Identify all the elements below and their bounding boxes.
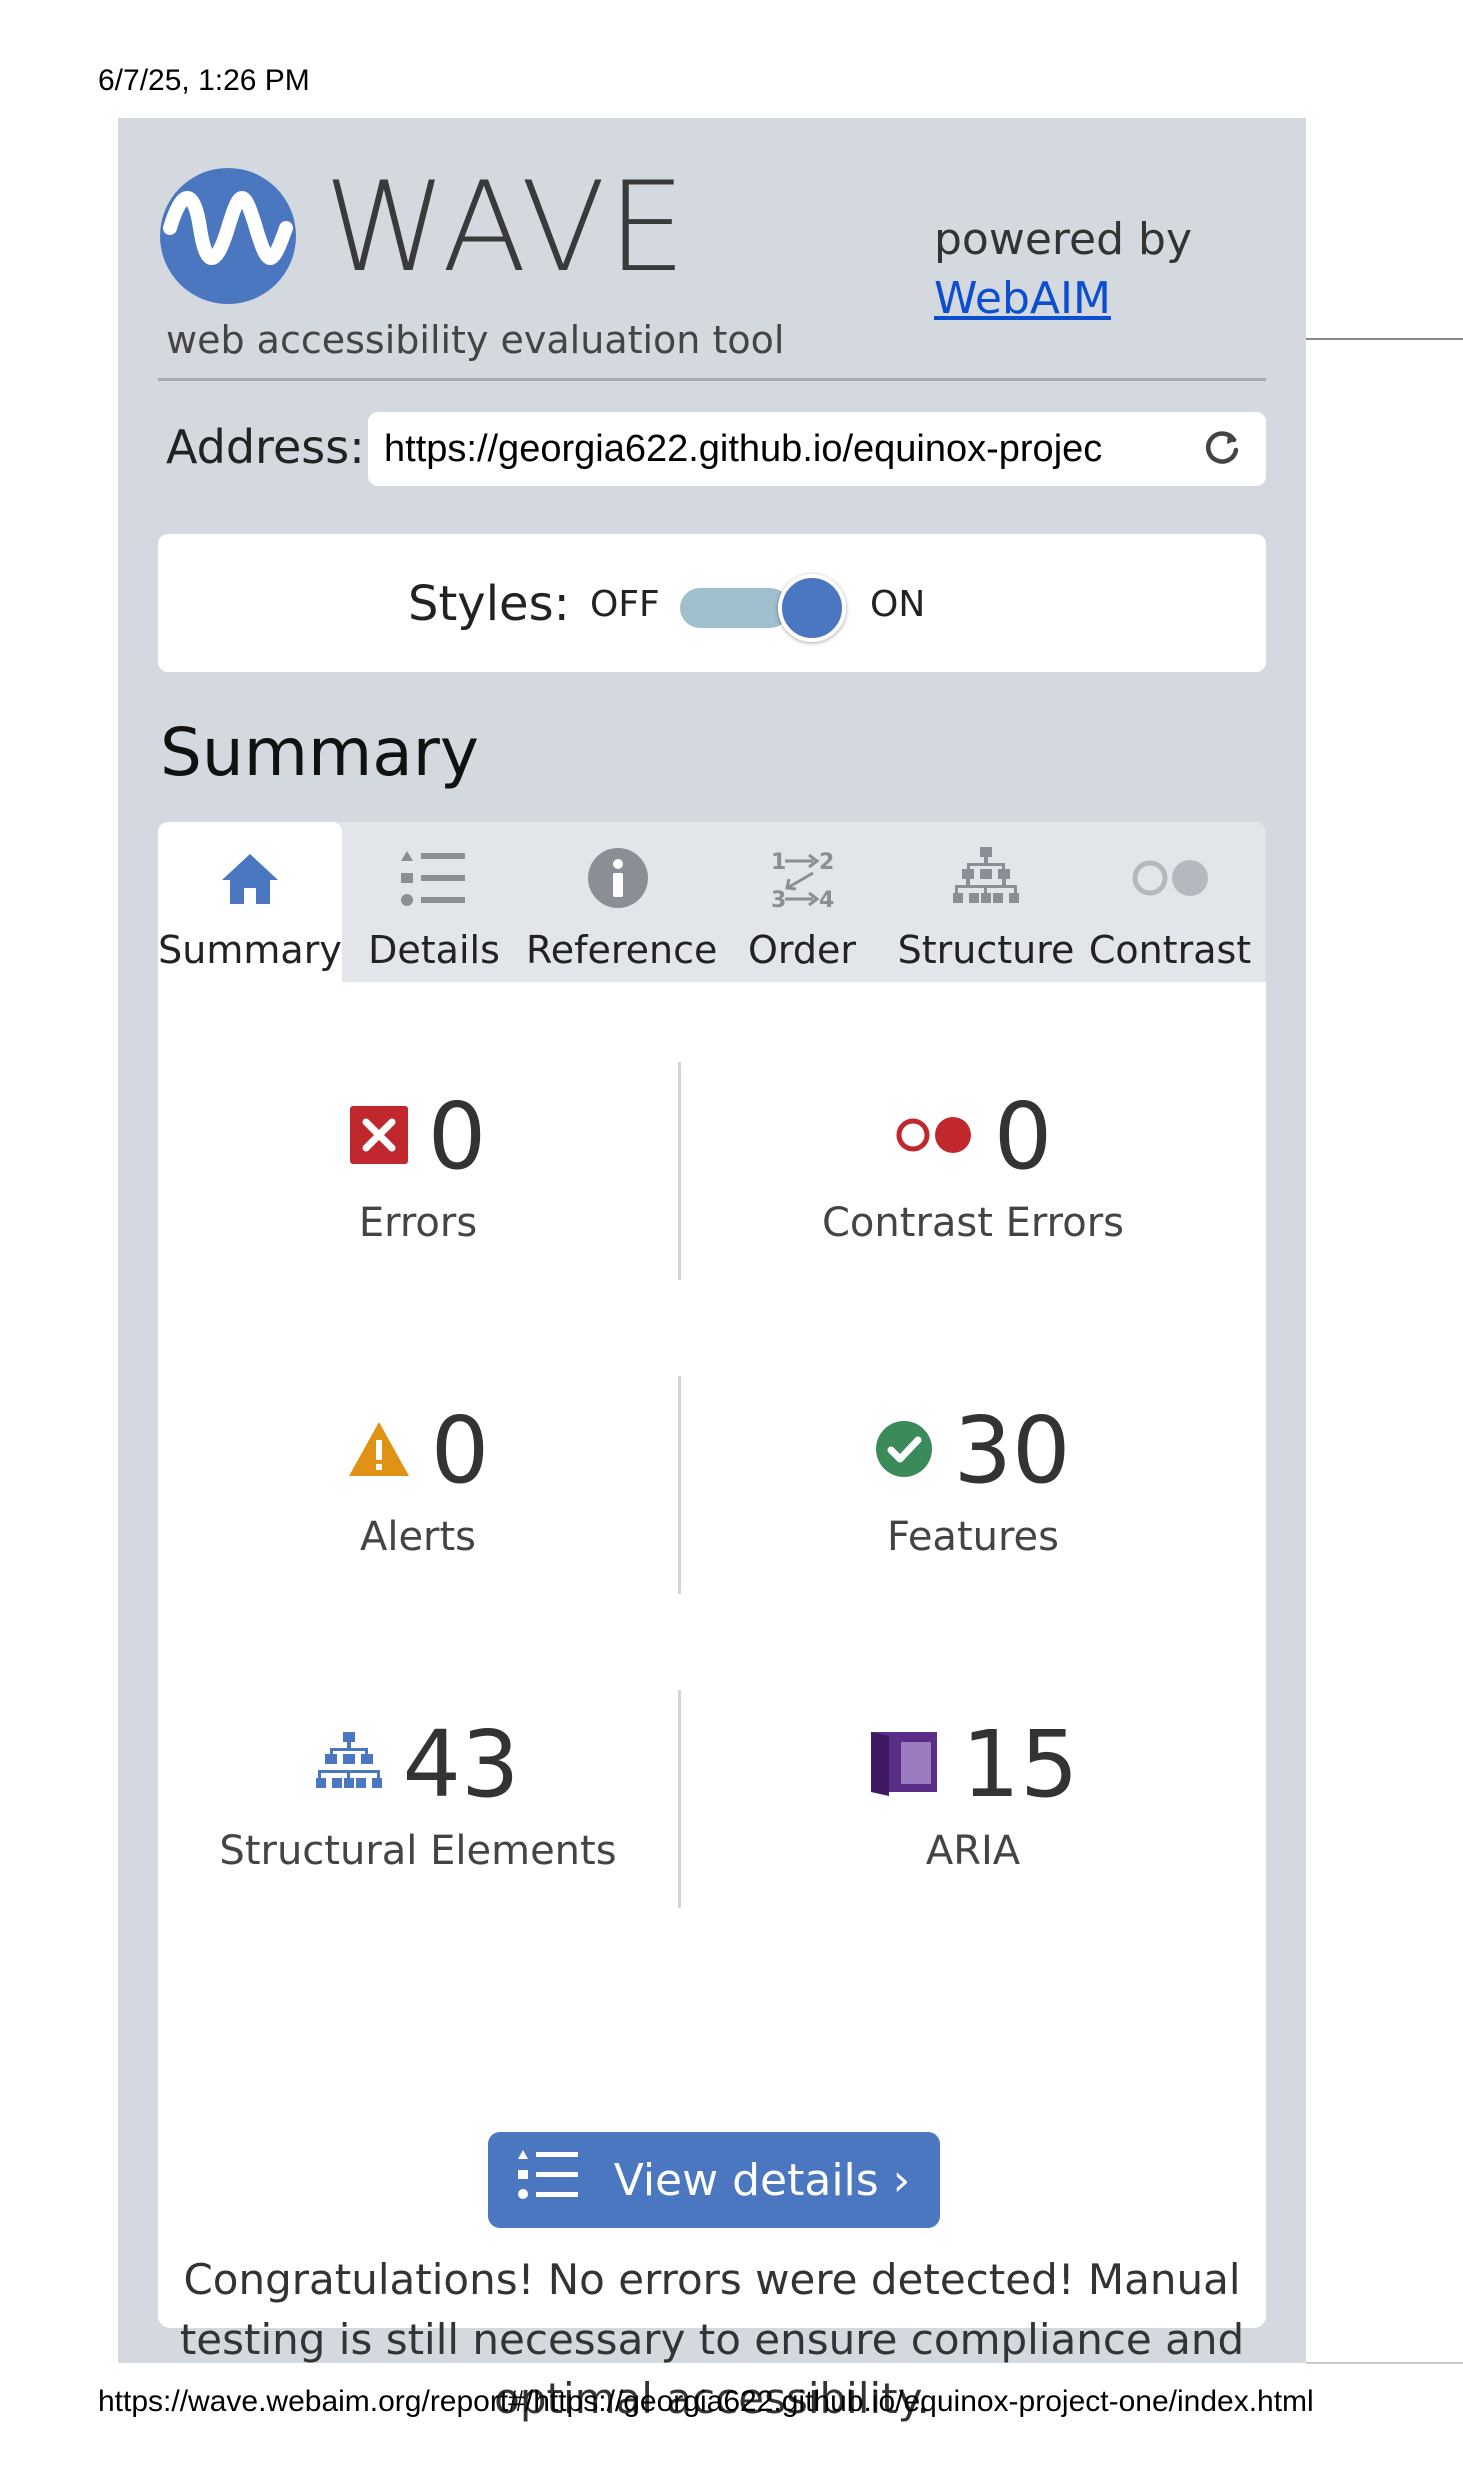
stat-errors[interactable]: 0 Errors xyxy=(158,1082,678,1246)
address-input[interactable]: https://georgia622.github.io/equinox-pro… xyxy=(368,412,1266,486)
contrast-errors-count: 0 xyxy=(993,1083,1053,1190)
list-icon xyxy=(517,2149,578,2211)
aria-icon xyxy=(867,1726,941,1805)
tab-summary[interactable]: Summary xyxy=(158,822,342,982)
stat-aria[interactable]: 15 ARIA xyxy=(680,1710,1266,1874)
toggle-on-label: ON xyxy=(870,584,926,625)
tab-order[interactable]: 1 2 3 4 Order xyxy=(710,822,894,982)
structural-count: 43 xyxy=(402,1711,520,1818)
errors-count: 0 xyxy=(427,1083,487,1190)
styles-label: Styles: xyxy=(408,576,570,632)
svg-text:3: 3 xyxy=(771,888,786,911)
view-details-label: View details › xyxy=(613,2154,911,2206)
wave-sidebar-panel: WAVE web accessibility evaluation tool p… xyxy=(118,118,1306,2423)
features-count: 30 xyxy=(953,1397,1071,1504)
alerts-count: 0 xyxy=(430,1397,490,1504)
tab-label: Structure xyxy=(897,928,1075,972)
summary-heading: Summary xyxy=(160,714,479,791)
preview-divider xyxy=(1306,338,1463,340)
page-preview-pane xyxy=(1306,118,1463,2363)
webaim-link[interactable]: WebAIM xyxy=(934,273,1111,324)
tab-reference[interactable]: Reference xyxy=(526,822,718,982)
svg-text:4: 4 xyxy=(819,888,834,911)
wave-logo-subtitle: web accessibility evaluation tool xyxy=(166,318,785,362)
toggle-off-label: OFF xyxy=(590,584,660,625)
tab-label: Summary xyxy=(158,928,342,972)
contrast-error-icon xyxy=(894,1115,974,1160)
summary-card: 0 Errors 0 Contrast Errors 0 Alerts 30 F… xyxy=(158,982,1266,2423)
aria-count: 15 xyxy=(961,1711,1079,1818)
structure-icon xyxy=(316,1731,383,1799)
tab-contrast[interactable]: Contrast xyxy=(1078,822,1262,982)
tab-bar: Summary Details Reference 1 2 3 4 Order … xyxy=(158,822,1266,982)
stat-features[interactable]: 30 Features xyxy=(680,1396,1266,1560)
address-value[interactable]: https://georgia622.github.io/equinox-pro… xyxy=(384,428,1194,471)
powered-by-text: powered by xyxy=(934,214,1192,265)
stat-alerts[interactable]: 0 Alerts xyxy=(158,1396,678,1560)
tab-label: Details xyxy=(368,928,500,972)
tab-details[interactable]: Details xyxy=(342,822,526,982)
structure-icon xyxy=(894,844,1078,912)
print-footer-url: https://wave.webaim.org/report#/https://… xyxy=(98,2385,1314,2418)
address-label: Address: xyxy=(166,420,365,474)
preview-bottom-divider xyxy=(1306,2362,1463,2364)
reload-icon[interactable] xyxy=(1200,426,1244,470)
svg-text:1: 1 xyxy=(771,850,786,875)
header-divider xyxy=(158,378,1266,381)
view-details-button[interactable]: View details › xyxy=(488,2132,940,2228)
styles-toggle-box: Styles: OFF ON xyxy=(158,534,1266,672)
tab-structure[interactable]: Structure xyxy=(894,822,1078,982)
home-icon xyxy=(158,844,342,912)
contrast-icon xyxy=(1078,844,1262,912)
tab-label: Contrast xyxy=(1088,928,1252,972)
order-icon: 1 2 3 4 xyxy=(710,844,894,912)
contrast-errors-label: Contrast Errors xyxy=(822,1200,1124,1246)
styles-toggle-track[interactable] xyxy=(680,588,790,628)
alert-icon xyxy=(347,1420,411,1483)
powered-by: powered by WebAIM xyxy=(934,210,1192,329)
tab-label: Reference xyxy=(526,928,718,972)
structural-label: Structural Elements xyxy=(219,1828,617,1874)
list-icon xyxy=(342,844,526,912)
info-icon xyxy=(526,844,710,912)
svg-text:2: 2 xyxy=(819,850,834,875)
styles-toggle-knob[interactable] xyxy=(778,574,846,642)
error-icon xyxy=(349,1105,408,1169)
stat-contrast-errors[interactable]: 0 Contrast Errors xyxy=(680,1082,1266,1247)
features-label: Features xyxy=(887,1514,1059,1560)
alerts-label: Alerts xyxy=(359,1514,477,1560)
print-timestamp: 6/7/25, 1:26 PM xyxy=(98,64,310,97)
wave-logo-text: WAVE xyxy=(324,156,688,300)
errors-label: Errors xyxy=(358,1200,478,1246)
tab-label: Order xyxy=(748,928,856,972)
feature-check-icon xyxy=(875,1420,933,1483)
aria-label: ARIA xyxy=(925,1828,1021,1874)
stat-structural-elements[interactable]: 43 Structural Elements xyxy=(158,1710,678,1875)
wave-logo-icon xyxy=(160,168,296,304)
